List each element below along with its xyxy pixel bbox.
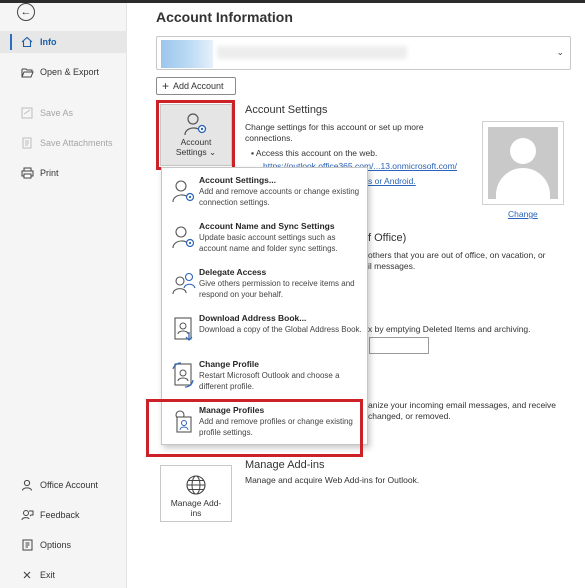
- highlight-box-manage-profiles: [146, 399, 363, 457]
- sidebar-item-label: Save As: [40, 108, 74, 118]
- bullet-text: Access this account on the web.: [255, 148, 378, 158]
- default-avatar-icon: [488, 127, 558, 199]
- menu-item-title: Account Settings...: [199, 175, 276, 185]
- person-icon: [20, 478, 34, 492]
- address-book-icon: [171, 315, 197, 343]
- account-settings-title: Account Settings: [245, 104, 328, 116]
- sidebar-item-print[interactable]: Print: [0, 162, 127, 184]
- menu-item-description: Download a copy of the Global Address Bo…: [199, 325, 362, 334]
- change-picture-link[interactable]: Change: [508, 209, 538, 219]
- account-selector-dropdown[interactable]: ⌄: [156, 36, 571, 70]
- sidebar-item-save-as[interactable]: Save As: [0, 102, 127, 124]
- menu-item-download-address-book[interactable]: Download Address Book... Download a copy…: [163, 309, 367, 355]
- globe-icon: [185, 472, 207, 498]
- plus-icon: +: [162, 79, 170, 93]
- auto-replies-text-line1: others that you are out of office, on va…: [368, 250, 546, 260]
- menu-item-change-profile[interactable]: Change Profile Restart Microsoft Outlook…: [163, 355, 367, 401]
- back-arrow-icon[interactable]: ←: [17, 3, 35, 21]
- sidebar-item-label: Open & Export: [40, 67, 100, 77]
- sidebar-item-exit[interactable]: Exit: [0, 564, 127, 586]
- profile-picture: [482, 121, 564, 205]
- folder-open-icon: [20, 65, 34, 79]
- manage-addins-button-line1: Manage Add-: [170, 498, 222, 508]
- printer-icon: [20, 166, 34, 180]
- change-profile-icon: [171, 361, 197, 389]
- backstage-sidebar: ← Info Open & Export Save As Save Attach…: [0, 3, 127, 588]
- account-icon-blurred: [161, 40, 213, 68]
- menu-item-delegate-access[interactable]: Delegate Access Give others permission t…: [163, 263, 367, 309]
- page-title: Account Information: [156, 9, 293, 25]
- sidebar-item-save-attachments[interactable]: Save Attachments: [0, 132, 127, 154]
- chevron-down-icon: ⌄: [556, 47, 564, 57]
- mailbox-size-field: [369, 337, 429, 354]
- home-icon: [20, 35, 34, 49]
- sidebar-item-office-account[interactable]: Office Account: [0, 474, 127, 496]
- account-settings-icon: [171, 177, 197, 205]
- menu-item-description: Add and remove accounts or change existi…: [199, 187, 360, 207]
- save-as-icon: [20, 106, 34, 120]
- menu-item-description: Restart Microsoft Outlook and choose a d…: [199, 371, 340, 391]
- menu-item-title: Account Name and Sync Settings: [199, 221, 335, 231]
- mobile-app-link[interactable]: s or Android.: [368, 176, 416, 187]
- manage-addins-button-line2: ins: [190, 508, 202, 518]
- add-account-label: Add Account: [173, 81, 224, 91]
- sidebar-item-label: Feedback: [40, 510, 80, 520]
- menu-item-title: Download Address Book...: [199, 313, 307, 323]
- sidebar-item-label: Options: [40, 540, 72, 550]
- save-attachments-icon: [20, 136, 34, 150]
- auto-replies-text-line2: il messages.: [368, 261, 416, 271]
- account-sync-icon: [171, 223, 197, 251]
- menu-item-account-name-sync[interactable]: Account Name and Sync Settings Update ba…: [163, 217, 367, 263]
- sidebar-item-feedback[interactable]: Feedback: [0, 504, 127, 526]
- sidebar-item-label: Exit: [40, 570, 56, 580]
- menu-item-description: Update basic account settings such as ac…: [199, 233, 338, 253]
- auto-replies-title: f Office): [368, 232, 407, 244]
- menu-item-title: Change Profile: [199, 359, 259, 369]
- sidebar-item-label: Save Attachments: [40, 138, 113, 148]
- sidebar-item-label: Office Account: [40, 480, 98, 490]
- bullet-access-web: ▪ Access this account on the web.: [251, 148, 377, 159]
- sidebar-item-label: Info: [40, 37, 57, 47]
- add-account-button[interactable]: + Add Account: [156, 77, 236, 95]
- sidebar-item-label: Print: [40, 168, 59, 178]
- options-icon: [20, 538, 34, 552]
- account-settings-description: Change settings for this account or set …: [245, 122, 424, 143]
- menu-item-description: Give others permission to receive items …: [199, 279, 355, 299]
- manage-addins-button[interactable]: Manage Add- ins: [160, 465, 232, 522]
- sidebar-item-open-export[interactable]: Open & Export: [0, 61, 127, 83]
- delegate-people-icon: [171, 269, 197, 297]
- cleanup-text: x by emptying Deleted Items and archivin…: [368, 324, 531, 334]
- rules-text-line2: changed, or removed.: [368, 411, 451, 421]
- manage-addins-description: Manage and acquire Web Add-ins for Outlo…: [245, 475, 420, 485]
- rules-text-line1: anize your incoming email messages, and …: [368, 400, 557, 410]
- manage-addins-title: Manage Add-ins: [245, 459, 325, 471]
- menu-item-title: Delegate Access: [199, 267, 267, 277]
- menu-item-account-settings[interactable]: Account Settings... Add and remove accou…: [163, 171, 367, 217]
- highlight-box-account-settings: [156, 100, 235, 170]
- sidebar-item-options[interactable]: Options: [0, 534, 127, 556]
- feedback-icon: [20, 508, 34, 522]
- bullet-icon: ▪: [251, 148, 255, 158]
- account-name-blurred: [217, 46, 407, 59]
- sidebar-item-info[interactable]: Info: [0, 31, 127, 53]
- close-icon: [20, 568, 34, 582]
